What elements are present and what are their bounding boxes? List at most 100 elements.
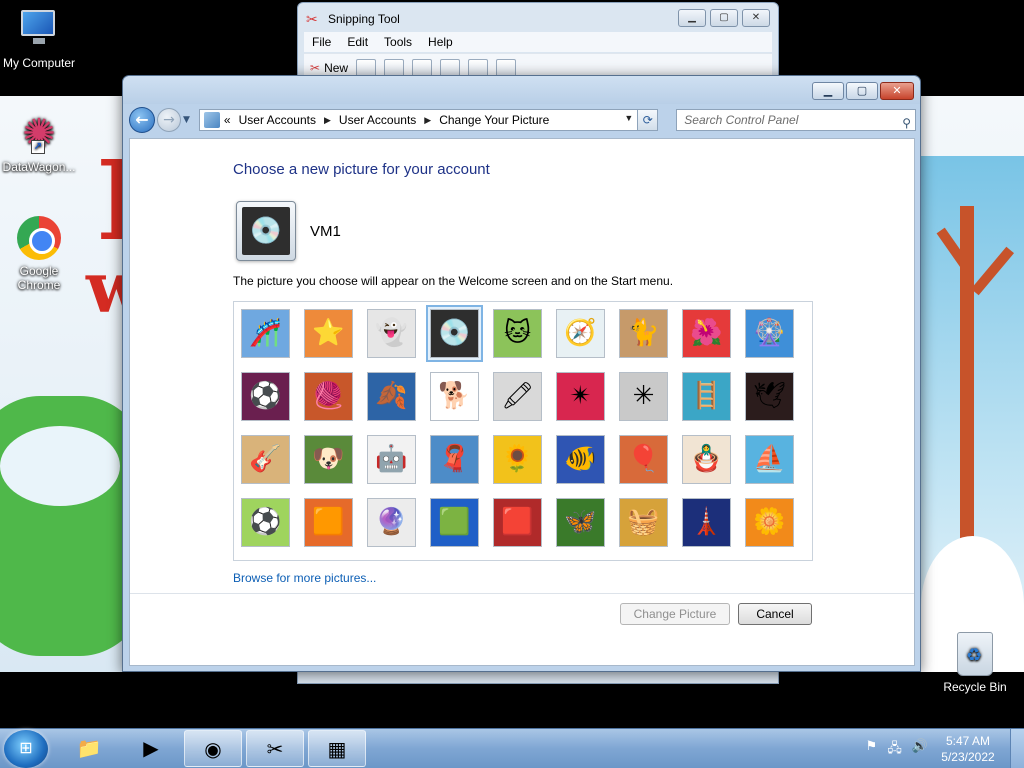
picture-option-lighthouse[interactable]: 🗼 — [682, 498, 731, 547]
menu-help[interactable]: Help — [428, 35, 453, 49]
taskbar-media-player-button[interactable]: ▶ — [122, 730, 180, 767]
window-titlebar[interactable] — [123, 76, 920, 104]
start-button[interactable]: ⊞ — [4, 730, 48, 768]
chrome-icon: ◉ — [204, 737, 222, 761]
close-button[interactable]: ✕ — [880, 82, 914, 100]
picture-option-guitar[interactable]: 🎸 — [241, 435, 290, 484]
flower-icon: 🌺 — [690, 318, 723, 348]
eraser-icon[interactable] — [496, 58, 517, 77]
taskbar-control-panel-button[interactable]: ▦ — [308, 730, 366, 767]
picture-option-doll[interactable]: 🪆 — [682, 435, 731, 484]
search-placeholder: Search Control Panel — [684, 113, 799, 127]
send-icon[interactable] — [412, 58, 433, 77]
picture-option-kitten[interactable]: 🐈 — [619, 309, 668, 358]
picture-option-leaf[interactable]: 🍂 — [367, 372, 416, 421]
cancel-button[interactable]: Cancel — [738, 603, 812, 625]
chevron-right-icon[interactable]: ▶ — [424, 115, 431, 126]
breadcrumb-item-change-picture[interactable]: Change Your Picture — [439, 113, 549, 127]
address-bar[interactable]: « User Accounts ▶ User Accounts ▶ Change… — [198, 109, 639, 131]
picture-option-dog[interactable]: 🐕 — [430, 372, 479, 421]
picture-option-textile[interactable]: 🟧 — [304, 498, 353, 547]
show-desktop-button[interactable] — [1010, 729, 1024, 768]
new-snip-button[interactable]: ✂ New — [310, 61, 348, 75]
breadcrumb-overflow[interactable]: « — [224, 113, 231, 127]
picture-option-record-player[interactable]: 💿 — [426, 305, 483, 362]
clock-date: 5/23/2022 — [941, 750, 995, 764]
change-picture-button[interactable]: Change Picture — [620, 603, 730, 625]
forward-button[interactable]: → — [156, 108, 181, 132]
picture-option-orange-flower[interactable]: 🌼 — [745, 498, 794, 547]
picture-option-fish[interactable]: 🐠 — [556, 435, 605, 484]
picture-option-robot-figure[interactable]: 👻 — [367, 309, 416, 358]
refresh-button[interactable]: ⟳ — [638, 109, 659, 131]
desktop-icon-my-computer[interactable]: My Computer — [0, 8, 78, 70]
pen-icon[interactable] — [440, 58, 461, 77]
picture-option-scarves[interactable]: 🧣 — [430, 435, 479, 484]
hot-air-balloon-icon: 🎈 — [627, 444, 660, 474]
picture-option-marbles[interactable]: 🔮 — [367, 498, 416, 547]
menu-tools[interactable]: Tools — [384, 35, 412, 49]
action-center-icon[interactable]: ⚑ — [866, 739, 878, 761]
breadcrumb-item-user-accounts-sub[interactable]: User Accounts — [339, 113, 416, 127]
picture-option-origami-crane[interactable]: 🕊 — [745, 372, 794, 421]
search-input[interactable]: Search Control Panel ⚲ — [676, 109, 916, 131]
minimize-button[interactable]: ▁ — [678, 9, 706, 27]
menu-file[interactable]: File — [312, 35, 331, 49]
taskbar-chrome-button[interactable]: ◉ — [184, 730, 242, 767]
picture-option-toy-robot[interactable]: 🤖 — [367, 435, 416, 484]
desktop-icon-google-chrome[interactable]: Google Chrome — [0, 216, 78, 292]
picture-option-jacks[interactable]: ✳ — [619, 372, 668, 421]
picture-option-soccer-ball[interactable]: ⚽ — [241, 498, 290, 547]
picture-option-star-lantern[interactable]: ✴ — [556, 372, 605, 421]
media-player-icon: ▶ — [143, 736, 159, 760]
picture-option-flower[interactable]: 🌺 — [682, 309, 731, 358]
picture-option-ball[interactable]: ⚽ — [241, 372, 290, 421]
volume-icon[interactable]: 🔊 — [912, 739, 928, 761]
picture-option-starfish[interactable]: ⭐ — [304, 309, 353, 358]
address-dropdown-icon[interactable]: ▼ — [624, 113, 633, 123]
chevron-right-icon[interactable]: ▶ — [324, 115, 331, 126]
taskbar: ⊞ 📁 ▶ ◉ ✂ ▦ ⚑ 🖧 🔊 5:47 AM 5/23/2022 — [0, 728, 1024, 768]
desktop-icon-recycle-bin[interactable]: Recycle Bin — [936, 632, 1014, 694]
picture-option-sailboat[interactable]: ⛵ — [745, 435, 794, 484]
search-icon[interactable]: ⚲ — [902, 113, 911, 133]
minimize-button[interactable]: ▁ — [812, 82, 844, 100]
picture-option-hot-air-balloon[interactable]: 🎈 — [619, 435, 668, 484]
ball-icon: ⚽ — [249, 381, 282, 411]
recycle-bin-icon — [957, 632, 993, 676]
breadcrumb-item-user-accounts[interactable]: User Accounts — [239, 113, 316, 127]
network-icon[interactable]: 🖧 — [887, 739, 902, 761]
spinning-top-icon: 🧭 — [564, 318, 597, 348]
picture-option-crayons[interactable]: 🖍 — [493, 372, 542, 421]
picture-option-basket[interactable]: 🧺 — [619, 498, 668, 547]
chrome-icon — [17, 216, 61, 260]
picture-option-lucky-cat[interactable]: 🐱 — [493, 309, 542, 358]
taskbar-explorer-button[interactable]: 📁 — [60, 730, 118, 767]
menu-edit[interactable]: Edit — [347, 35, 368, 49]
roller-coaster-icon: 🎢 — [249, 318, 282, 348]
picture-option-sunflower[interactable]: 🌻 — [493, 435, 542, 484]
picture-option-roller-coaster[interactable]: 🎢 — [241, 309, 290, 358]
guitar-icon: 🎸 — [249, 444, 282, 474]
picture-option-puppy[interactable]: 🐶 — [304, 435, 353, 484]
desktop-icon-datawagon[interactable]: ✺ ↗ DataWagon... — [0, 112, 78, 174]
taskbar-snipping-tool-button[interactable]: ✂ — [246, 730, 304, 767]
highlighter-icon[interactable] — [468, 58, 489, 77]
copy-icon[interactable] — [384, 58, 405, 77]
picture-option-spinning-top[interactable]: 🧭 — [556, 309, 605, 358]
maximize-button[interactable]: ▢ — [846, 82, 878, 100]
picture-option-butterfly[interactable]: 🦋 — [556, 498, 605, 547]
close-button[interactable]: ✕ — [742, 9, 770, 27]
picture-option-rug[interactable]: 🟥 — [493, 498, 542, 547]
clock[interactable]: 5:47 AM 5/23/2022 — [936, 733, 1000, 765]
save-icon[interactable] — [356, 58, 377, 77]
recent-pages-dropdown-icon[interactable]: ▼ — [183, 115, 195, 125]
back-button[interactable]: ← — [129, 107, 155, 133]
picture-option-window-frame[interactable]: 🟩 — [430, 498, 479, 547]
picture-option-stairs[interactable]: 🪜 — [682, 372, 731, 421]
maximize-button[interactable]: ▢ — [710, 9, 738, 27]
picture-option-fabric[interactable]: 🧶 — [304, 372, 353, 421]
picture-option-ferris-wheel[interactable]: 🎡 — [745, 309, 794, 358]
change-picture-window[interactable]: ▁ ▢ ✕ ← → ▼ « User Accounts ▶ User Accou… — [122, 75, 921, 672]
browse-more-pictures-link[interactable]: Browse for more pictures... — [233, 571, 376, 585]
